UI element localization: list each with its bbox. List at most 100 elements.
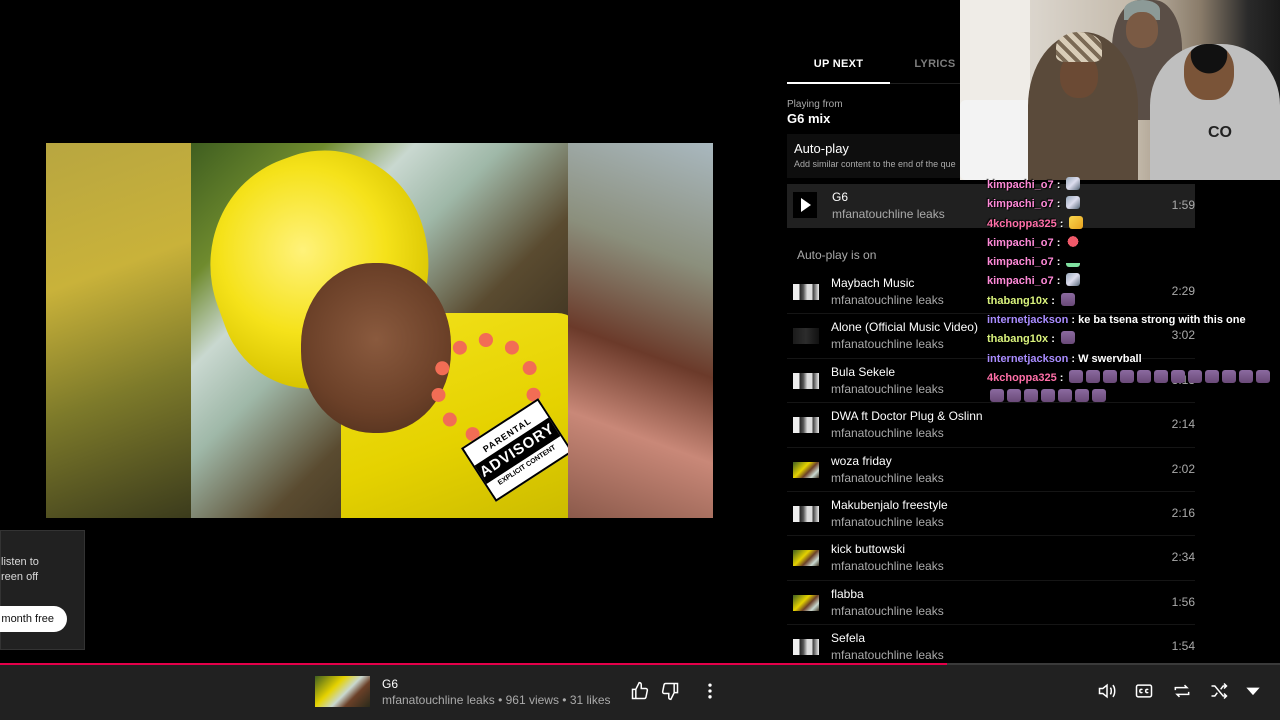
- art-face: [301, 263, 451, 433]
- queue-thumbnail: [793, 550, 819, 567]
- autoplay-description: Add similar content to the end of the qu…: [794, 159, 956, 169]
- chat-separator: :: [1056, 217, 1067, 230]
- now-playing-title: G6: [832, 190, 849, 204]
- queue-thumbnail: [793, 372, 819, 389]
- autoplay-status: Auto-play is on: [797, 248, 877, 262]
- chat-username[interactable]: kimpachi_o7: [987, 275, 1054, 287]
- chat-message: 4kchoppa325 :: [987, 215, 1280, 234]
- webcam-shirt-logo: CO: [1208, 124, 1232, 141]
- chat-username[interactable]: kimpachi_o7: [987, 198, 1054, 210]
- queue-title: Maybach Music: [831, 276, 915, 290]
- queue-item[interactable]: flabba mfanatouchline leaks 1:56: [787, 581, 1195, 626]
- queue-title: Makubenjalo freestyle: [831, 497, 948, 512]
- chat-message: kimpachi_o7 :: [987, 195, 1280, 214]
- queue-title: woza friday: [831, 453, 892, 468]
- chat-text: ke ba tsena strong with this one: [1078, 314, 1246, 327]
- emote-icon: [1137, 369, 1152, 383]
- more-vert-icon[interactable]: [699, 681, 721, 703]
- emote-icon: [1058, 389, 1072, 403]
- webcam-overlay: CO: [960, 0, 1280, 180]
- emote-icon: [1066, 177, 1081, 190]
- chat-separator: :: [1053, 198, 1064, 211]
- chat-username[interactable]: 4kchoppa325: [987, 218, 1057, 230]
- emote-icon: [1154, 369, 1169, 383]
- queue-duration: 2:16: [1171, 505, 1195, 520]
- tab-lyrics[interactable]: LYRICS: [905, 58, 965, 70]
- queue-artist: mfanatouchline leaks: [831, 381, 944, 396]
- chat-username[interactable]: internetjackson: [987, 353, 1068, 365]
- volume-icon[interactable]: [1096, 681, 1118, 703]
- emote-icon: [1205, 369, 1220, 383]
- queue-thumbnail: [793, 505, 819, 522]
- now-playing-artist: mfanatouchline leaks: [832, 207, 945, 221]
- emote-icon: [1066, 234, 1081, 248]
- queue-item[interactable]: kick buttowski mfanatouchline leaks 2:34: [787, 536, 1195, 581]
- queue-artist: mfanatouchline leaks: [831, 514, 944, 529]
- webcam-hat: [1056, 32, 1102, 62]
- premium-text: listen to reen off: [1, 556, 39, 583]
- player-title[interactable]: G6: [382, 677, 398, 691]
- emote-icon: [1222, 369, 1237, 383]
- playing-from-label: Playing from: [787, 99, 843, 110]
- player-meta: mfanatouchline leaks • 961 views • 31 li…: [382, 693, 611, 707]
- play-icon[interactable]: [793, 192, 817, 218]
- queue-duration: 2:34: [1171, 550, 1195, 565]
- expand-down-icon[interactable]: [1242, 681, 1264, 703]
- chat-username[interactable]: kimpachi_o7: [987, 256, 1054, 268]
- chat-message: thabang10x :: [987, 292, 1280, 311]
- player-thumbnail[interactable]: [315, 676, 370, 707]
- queue-title: Bula Sekele: [831, 364, 896, 379]
- emote-icon: [1120, 369, 1135, 383]
- emote-icon: [1024, 389, 1038, 403]
- queue-artist: mfanatouchline leaks: [831, 470, 944, 485]
- chat-username[interactable]: 4kchoppa325: [987, 372, 1057, 384]
- chat-username[interactable]: internetjackson: [987, 314, 1068, 326]
- queue-thumbnail: [793, 417, 819, 434]
- queue-thumbnail: [793, 594, 819, 611]
- tab-up-next[interactable]: UP NEXT: [787, 58, 890, 70]
- mix-name[interactable]: G6 mix: [787, 111, 830, 126]
- album-art-image: PARENTAL ADVISORY EXPLICIT CONTENT: [191, 143, 568, 518]
- album-art-blur-right: [568, 143, 713, 518]
- chat-message: kimpachi_o7 :: [987, 253, 1280, 272]
- emote-icon: [1092, 389, 1106, 403]
- chat-username[interactable]: thabang10x: [987, 295, 1048, 307]
- emote-icon: [1060, 292, 1075, 306]
- chat-separator: :: [1068, 314, 1079, 327]
- thumbs-down-icon[interactable]: [659, 681, 681, 703]
- queue-duration: 1:56: [1171, 594, 1195, 609]
- emote-icon: [1066, 254, 1081, 268]
- shuffle-icon[interactable]: [1208, 681, 1230, 703]
- repeat-icon[interactable]: [1171, 681, 1193, 703]
- emote-icon: [1066, 196, 1081, 210]
- chat-separator: :: [1056, 371, 1067, 384]
- chat-username[interactable]: kimpachi_o7: [987, 237, 1054, 249]
- queue-item[interactable]: woza friday mfanatouchline leaks 2:02: [787, 448, 1195, 492]
- chat-message: 4kchoppa325 :: [987, 369, 1277, 408]
- chat-message: kimpachi_o7 :: [987, 234, 1280, 253]
- chat-message: kimpachi_o7 :: [987, 176, 1280, 195]
- album-art: PARENTAL ADVISORY EXPLICIT CONTENT: [46, 143, 713, 518]
- chat-message: internetjackson : W swervball: [987, 350, 1280, 369]
- queue-thumbnail: [793, 284, 819, 300]
- chat-text: W swervball: [1078, 352, 1142, 365]
- chat-username[interactable]: kimpachi_o7: [987, 179, 1054, 191]
- premium-trial-button[interactable]: month free: [0, 606, 67, 632]
- chat-separator: :: [1053, 179, 1064, 191]
- chat-username[interactable]: thabang10x: [987, 333, 1048, 345]
- queue-title: flabba: [831, 586, 864, 601]
- webcam-person-left: [1028, 32, 1138, 180]
- queue-item[interactable]: DWA ft Doctor Plug & Oslinn mfanatouchlin…: [787, 403, 1195, 448]
- queue-item[interactable]: Makubenjalo freestyle mfanatouchline leak…: [787, 492, 1195, 537]
- thumbs-up-icon[interactable]: [629, 681, 651, 703]
- premium-popup: listen to reen off month free: [0, 530, 85, 650]
- autoplay-title: Auto-play: [794, 141, 849, 156]
- emote-icon: [1188, 369, 1203, 383]
- captions-icon[interactable]: [1133, 681, 1155, 703]
- queue-thumbnail: [793, 328, 819, 345]
- emote-icon: [1060, 331, 1075, 345]
- queue-item[interactable]: Sefela mfanatouchline leaks 1:54: [787, 625, 1195, 662]
- emote-icon: [1256, 369, 1271, 383]
- album-art-blur-left: [46, 143, 191, 518]
- webcam-person-right: CO: [1150, 44, 1280, 180]
